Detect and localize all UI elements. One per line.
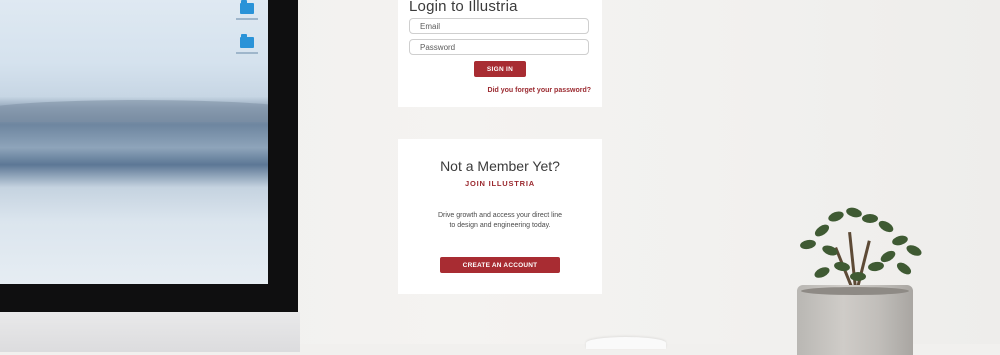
join-description: Drive growth and access your direct line…: [437, 212, 563, 229]
folder-caption: [236, 52, 258, 54]
create-account-button[interactable]: CREATE AN ACCOUNT: [440, 257, 560, 273]
monitor-base: [0, 312, 300, 352]
login-card: Login to Illustria SIGN IN Did you forge…: [398, 0, 602, 107]
folder-icon: [240, 34, 254, 48]
login-title: Login to Illustria: [409, 0, 518, 15]
monitor-screen: [0, 0, 268, 284]
sign-in-button[interactable]: SIGN IN: [474, 61, 526, 77]
plant-pot-rim: [801, 287, 909, 295]
folder-icon: [240, 0, 254, 14]
join-card: Not a Member Yet? JOIN ILLUSTRIA Drive g…: [398, 139, 602, 294]
password-field[interactable]: [409, 39, 589, 55]
forgot-password-link[interactable]: Did you forget your password?: [488, 87, 591, 94]
screen-landscape: [0, 100, 268, 122]
email-field[interactable]: [409, 18, 589, 34]
join-illustria-link[interactable]: JOIN ILLUSTRIA: [398, 179, 602, 188]
plant-pot: [797, 285, 913, 355]
join-title: Not a Member Yet?: [440, 158, 560, 174]
folder-caption: [236, 18, 258, 20]
coffee-cup: [586, 337, 666, 349]
